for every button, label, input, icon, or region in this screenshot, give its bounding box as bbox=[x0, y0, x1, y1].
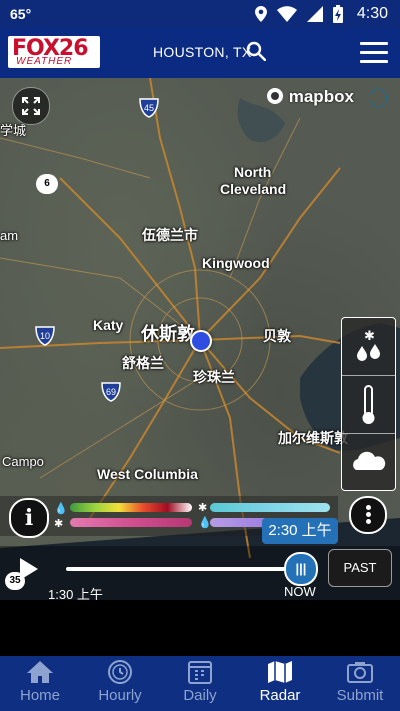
location-label[interactable]: HOUSTON, TX bbox=[153, 44, 251, 60]
ice-legend-scale bbox=[210, 518, 270, 527]
location-pin-icon bbox=[254, 6, 267, 22]
legend-info-button[interactable]: i bbox=[9, 498, 49, 538]
map-icon bbox=[268, 661, 292, 683]
thermometer-icon bbox=[362, 385, 375, 424]
mapbox-logo: mapbox bbox=[266, 87, 354, 107]
map-label-zhenzhulan: 珍珠兰 bbox=[193, 369, 235, 385]
map-label-north: North bbox=[234, 164, 272, 180]
nav-label: Hourly bbox=[98, 687, 142, 704]
map-label-xuechengbao: 学城 bbox=[0, 123, 27, 138]
interstate-45-shield: 45 bbox=[139, 98, 159, 118]
layer-precipitation-button[interactable]: ✱ bbox=[342, 318, 395, 376]
map-label-jiaerweisidun: 加尔维斯敦 bbox=[278, 430, 348, 446]
map-label-katy: Katy bbox=[93, 317, 124, 333]
shield-number: 10 bbox=[40, 331, 50, 341]
route-35-shield: 35 bbox=[5, 572, 25, 590]
dot bbox=[366, 505, 371, 510]
rain-legend-scale bbox=[70, 503, 192, 512]
timeline-now-label: NOW bbox=[284, 584, 316, 599]
home-icon bbox=[27, 661, 53, 683]
map-label-shugelan: 舒格兰 bbox=[122, 355, 164, 371]
map-label-kingwood: Kingwood bbox=[202, 255, 270, 271]
precipitation-icon: ✱ bbox=[357, 329, 380, 361]
status-bar: 65° 4:30 bbox=[0, 0, 400, 28]
map-label-campo: Campo bbox=[2, 454, 44, 469]
battery-charging-icon bbox=[332, 5, 343, 23]
shield-number: 45 bbox=[144, 103, 154, 113]
map-attribution-info-icon[interactable] bbox=[369, 89, 387, 107]
layer-panel: ✱ bbox=[341, 317, 396, 491]
map-label-cleveland: Cleveland bbox=[220, 181, 287, 197]
search-icon[interactable] bbox=[246, 41, 266, 61]
status-temperature: 65° bbox=[10, 6, 32, 22]
status-icons: 4:30 bbox=[254, 5, 388, 23]
logo-subtext: WEATHER bbox=[16, 56, 73, 67]
nav-label: Home bbox=[19, 687, 60, 704]
mix-legend-scale bbox=[70, 518, 192, 527]
past-button[interactable]: PAST bbox=[328, 549, 392, 587]
interstate-10-shield: 10 bbox=[35, 326, 55, 346]
nav-label: Submit bbox=[336, 687, 384, 704]
rain-legend-icon: 💧 bbox=[54, 503, 68, 515]
nav-daily[interactable]: Daily bbox=[160, 656, 240, 711]
timeline-scrubber-handle[interactable]: ||| bbox=[284, 552, 318, 586]
cloud-icon bbox=[353, 451, 386, 470]
snow-legend-icon: ✱ bbox=[198, 502, 208, 514]
camera-icon bbox=[347, 662, 373, 683]
timeline-track[interactable] bbox=[66, 567, 288, 571]
map-label-west-columbia: West Columbia bbox=[97, 466, 198, 482]
current-frame-time: 2:30 上午 bbox=[262, 518, 338, 544]
status-time: 4:30 bbox=[356, 5, 388, 22]
route-6-shield: 6 bbox=[36, 174, 58, 194]
shield-number: 69 bbox=[106, 387, 116, 397]
bottom-navigation: Home Hourly Daily Radar Submit bbox=[0, 656, 400, 711]
map-label-am: am bbox=[0, 228, 19, 243]
layer-clouds-button[interactable] bbox=[342, 434, 395, 491]
mix-legend-icon: ✱ bbox=[54, 518, 64, 530]
expand-icon bbox=[22, 97, 40, 115]
nav-home[interactable]: Home bbox=[0, 656, 80, 711]
clock-icon bbox=[108, 660, 132, 684]
nav-label: Daily bbox=[183, 687, 217, 704]
wifi-icon bbox=[276, 6, 297, 22]
map-label-beidun: 贝敦 bbox=[263, 328, 291, 344]
mapbox-attribution: mapbox bbox=[288, 87, 354, 106]
dot bbox=[366, 519, 371, 524]
layer-temperature-button[interactable] bbox=[342, 376, 395, 434]
dot bbox=[366, 512, 371, 517]
map-label-wudelan: 伍德兰市 bbox=[142, 227, 198, 243]
svg-text:✱: ✱ bbox=[364, 329, 375, 344]
mapbox-mark-icon bbox=[267, 88, 283, 104]
app-header: FOX26 WEATHER HOUSTON, TX bbox=[0, 28, 400, 78]
radar-map[interactable]: mapbox 45 6 10 69 学城 North Cleveland 伍德兰… bbox=[0, 78, 400, 600]
interstate-69-shield: 69 bbox=[101, 382, 121, 402]
more-options-button[interactable] bbox=[349, 496, 387, 534]
ad-space bbox=[0, 600, 400, 656]
timeline-start-time: 1:30 上午 bbox=[48, 587, 103, 600]
nav-label: Radar bbox=[259, 687, 301, 704]
signal-icon bbox=[306, 6, 323, 22]
fox26-logo[interactable]: FOX26 WEATHER bbox=[8, 36, 100, 68]
nav-radar[interactable]: Radar bbox=[240, 656, 320, 711]
nav-submit[interactable]: Submit bbox=[320, 656, 400, 711]
hamburger-menu-icon[interactable] bbox=[360, 42, 388, 69]
map-label-houston: 休斯敦 bbox=[141, 324, 195, 344]
current-location-marker bbox=[190, 330, 212, 352]
snow-legend-scale bbox=[210, 503, 330, 512]
calendar-icon bbox=[188, 661, 212, 684]
nav-hourly[interactable]: Hourly bbox=[80, 656, 160, 711]
